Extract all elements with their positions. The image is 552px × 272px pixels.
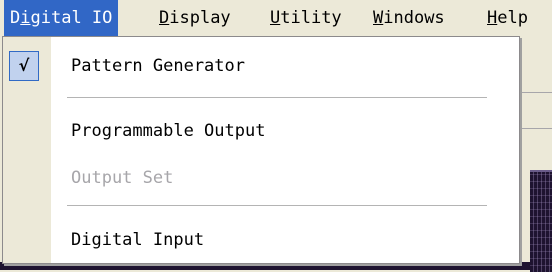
- menu-accelerator: W: [373, 8, 384, 28]
- menu-item-label: Programmable Output: [71, 121, 266, 141]
- toolbar-divider: [522, 92, 552, 93]
- menu-label-part: elp: [497, 8, 528, 28]
- menu-label-part: isplay: [169, 8, 231, 28]
- menu-accelerator: U: [270, 8, 281, 28]
- menu-bar: Digital IO Display Utility Windows Help: [0, 0, 552, 36]
- menu-separator: [67, 205, 487, 206]
- menu-item-label: Pattern Generator: [71, 56, 245, 76]
- toolbar-divider: [522, 128, 552, 129]
- background-plot-area: [530, 170, 552, 272]
- menu-accelerator: H: [487, 8, 498, 28]
- menu-label-part: indows: [383, 8, 445, 28]
- menu-label-part: D: [10, 8, 21, 28]
- menu-windows[interactable]: Windows: [367, 0, 451, 36]
- menu-item-label: Digital Input: [71, 230, 205, 250]
- menu-item-digital-input[interactable]: Digital Input: [3, 219, 519, 261]
- menu-item-output-set: Output Set: [3, 157, 519, 199]
- checkmark-icon: √: [18, 56, 30, 75]
- menu-item-pattern-generator[interactable]: √ Pattern Generator: [3, 45, 519, 87]
- menu-display[interactable]: Display: [153, 0, 237, 36]
- checkmark-box: √: [9, 51, 39, 81]
- menu-accelerator: i: [20, 8, 31, 28]
- menu-digital-io[interactable]: Digital IO: [4, 0, 119, 36]
- menu-item-programmable-output[interactable]: Programmable Output: [3, 110, 519, 152]
- digital-io-dropdown-menu: √ Pattern Generator Programmable Output …: [2, 36, 520, 264]
- menu-label-part: gital IO: [30, 8, 113, 28]
- menu-item-label: Output Set: [71, 168, 174, 188]
- menu-label-part: tility: [280, 8, 342, 28]
- menu-utility[interactable]: Utility: [264, 0, 348, 36]
- menu-accelerator: D: [159, 8, 170, 28]
- menu-separator: [67, 97, 487, 98]
- menu-help[interactable]: Help: [481, 0, 534, 36]
